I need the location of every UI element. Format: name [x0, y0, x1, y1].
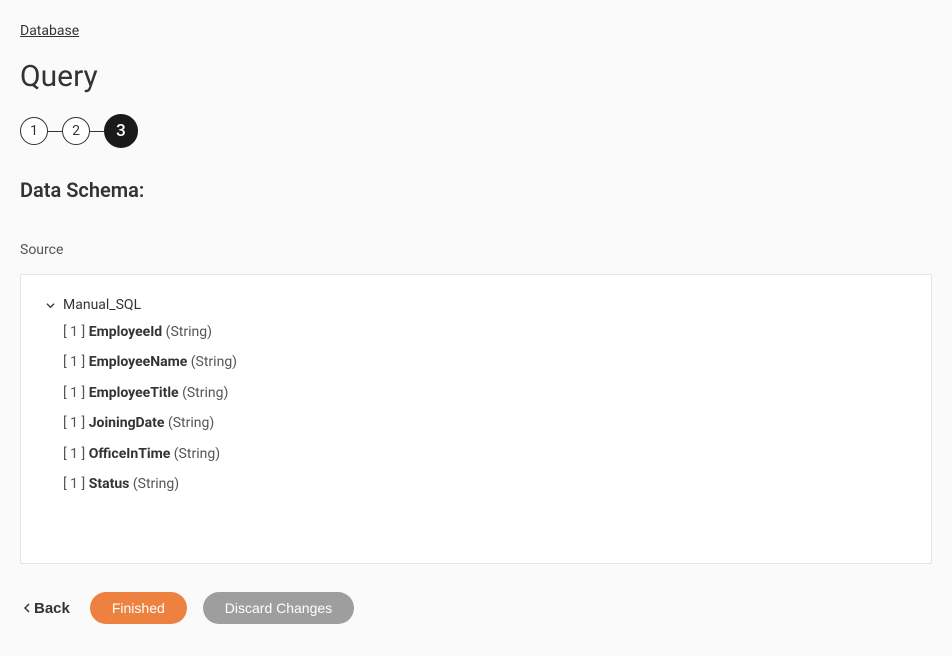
schema-field: [ 1 ] JoiningDate (String)	[63, 408, 909, 438]
field-prefix: [ 1 ]	[63, 446, 85, 462]
schema-field: [ 1 ] EmployeeName (String)	[63, 347, 909, 377]
field-name: Status	[89, 476, 130, 492]
chevron-left-icon	[24, 603, 30, 613]
schema-field: [ 1 ] Status (String)	[63, 469, 909, 499]
footer-actions: Back Finished Discard Changes	[20, 592, 932, 624]
page-title: Query	[20, 59, 932, 94]
schema-fields-list: [ 1 ] EmployeeId (String) [ 1 ] Employee…	[43, 317, 909, 499]
back-button[interactable]: Back	[20, 600, 74, 617]
field-type: (String)	[133, 476, 179, 492]
field-prefix: [ 1 ]	[63, 476, 85, 492]
step-connector	[48, 131, 62, 132]
schema-panel: Manual_SQL [ 1 ] EmployeeId (String) [ 1…	[20, 274, 932, 564]
schema-field: [ 1 ] OfficeInTime (String)	[63, 439, 909, 469]
field-name: EmployeeTitle	[89, 385, 179, 401]
step-connector	[90, 131, 104, 132]
field-prefix: [ 1 ]	[63, 385, 85, 401]
field-type: (String)	[191, 354, 237, 370]
back-button-label: Back	[34, 600, 70, 617]
step-1[interactable]: 1	[20, 117, 48, 145]
discard-changes-button[interactable]: Discard Changes	[203, 592, 354, 624]
field-type: (String)	[168, 415, 214, 431]
stepper: 1 2 3	[20, 114, 932, 148]
field-name: EmployeeId	[89, 324, 162, 340]
field-name: EmployeeName	[89, 354, 188, 370]
field-name: OfficeInTime	[89, 446, 171, 462]
section-heading-data-schema: Data Schema:	[20, 178, 932, 202]
schema-root-label: Manual_SQL	[63, 297, 141, 313]
field-type: (String)	[174, 446, 220, 462]
finished-button[interactable]: Finished	[90, 592, 187, 624]
step-2[interactable]: 2	[62, 117, 90, 145]
schema-field: [ 1 ] EmployeeTitle (String)	[63, 378, 909, 408]
field-prefix: [ 1 ]	[63, 324, 85, 340]
schema-root-node[interactable]: Manual_SQL	[43, 293, 909, 317]
field-type: (String)	[182, 385, 228, 401]
field-prefix: [ 1 ]	[63, 415, 85, 431]
field-name: JoiningDate	[89, 415, 165, 431]
breadcrumb-database[interactable]: Database	[20, 23, 79, 39]
schema-field: [ 1 ] EmployeeId (String)	[63, 317, 909, 347]
source-label: Source	[20, 242, 932, 258]
field-type: (String)	[166, 324, 212, 340]
field-prefix: [ 1 ]	[63, 354, 85, 370]
step-3[interactable]: 3	[104, 114, 138, 148]
chevron-down-icon	[43, 298, 57, 312]
